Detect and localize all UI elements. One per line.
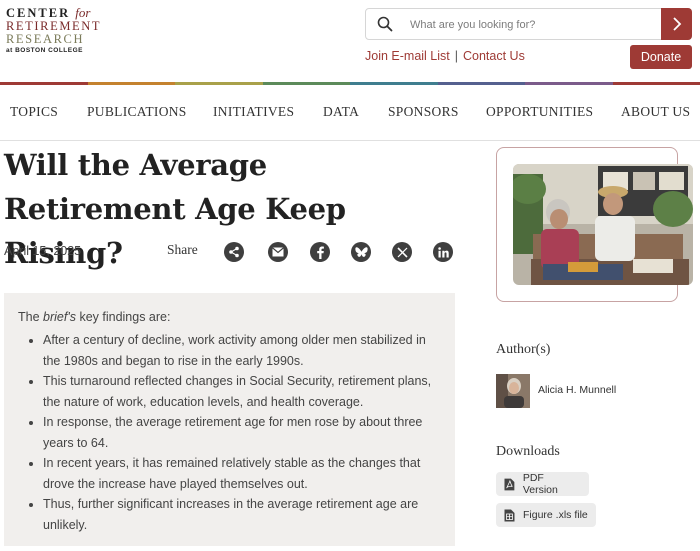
nav-item-initiatives[interactable]: INITIATIVES [213,104,294,120]
share-icon[interactable] [224,242,244,262]
xls-download-button[interactable]: Figure .xls file [496,503,596,527]
pdf-download-button[interactable]: PDF Version [496,472,589,496]
nav-item-sponsors[interactable]: SPONSORS [388,104,459,120]
site-logo[interactable]: CENTER for RETIREMENT RESEARCH at BOSTON… [6,6,106,54]
search-submit-button[interactable] [661,8,692,40]
list-item: This turnaround reflected changes in Soc… [43,371,441,412]
contact-us-link[interactable]: Contact Us [463,49,525,63]
nav-item-publications[interactable]: PUBLICATIONS [87,104,187,120]
bluesky-icon[interactable] [351,242,371,262]
feature-photo [513,164,693,285]
feature-image-card [496,147,693,302]
join-email-link[interactable]: Join E-mail List [365,49,450,63]
nav-item-about-us[interactable]: ABOUT US [621,104,690,120]
authors-heading: Author(s) [496,342,551,357]
key-findings-box: The brief's key findings are: After a ce… [4,293,455,546]
pdf-icon [504,478,515,490]
color-bar-segment [0,82,88,85]
email-icon[interactable] [268,242,288,262]
color-bar-segment [262,82,350,85]
header-links: Join E-mail List | Contact Us [365,49,525,63]
main-nav: TOPICS PUBLICATIONS INITIATIVES DATA SPO… [0,100,700,126]
list-item: In response, the average retirement age … [43,412,441,453]
list-item: In recent years, it has remained relativ… [43,453,441,494]
list-item: After a century of decline, work activit… [43,330,441,371]
facebook-icon[interactable] [310,242,330,262]
link-separator: | [454,49,458,63]
spreadsheet-icon [504,509,515,521]
download-label: PDF Version [522,472,558,496]
color-bar-segment [350,82,438,85]
nav-divider [0,140,700,141]
nav-item-data[interactable]: DATA [323,104,359,120]
color-bar-segment [525,82,613,85]
downloads-heading: Downloads [496,444,560,459]
color-bar-segment [87,82,175,85]
list-item: Thus, further significant increases in t… [43,494,441,535]
search-bar [365,8,692,40]
avatar[interactable] [496,374,530,408]
key-findings-intro: The brief's key findings are: [18,310,171,324]
color-bar-segment [612,82,700,85]
logo-line-4: at BOSTON COLLEGE [6,47,83,54]
color-bar-segment [437,82,525,85]
nav-item-opportunities[interactable]: OPPORTUNITIES [486,104,593,120]
header-color-bar [0,82,700,85]
publish-date: April 15, 2025 [4,244,82,258]
donate-button[interactable]: Donate [630,45,692,69]
download-label: Figure .xls file [523,509,588,521]
color-bar-segment [175,82,263,85]
chevron-right-icon [672,17,681,31]
search-input[interactable] [410,14,655,36]
x-icon[interactable] [392,242,412,262]
author-name-link[interactable]: Alicia H. Munnell [538,384,616,396]
linkedin-icon[interactable] [433,242,453,262]
logo-line-3: RESEARCH [6,32,85,46]
logo-line-1: CENTER for [6,5,91,20]
nav-item-topics[interactable]: TOPICS [10,104,58,120]
key-findings-list: After a century of decline, work activit… [18,330,441,535]
search-icon [377,16,393,32]
share-label: Share [167,242,198,257]
